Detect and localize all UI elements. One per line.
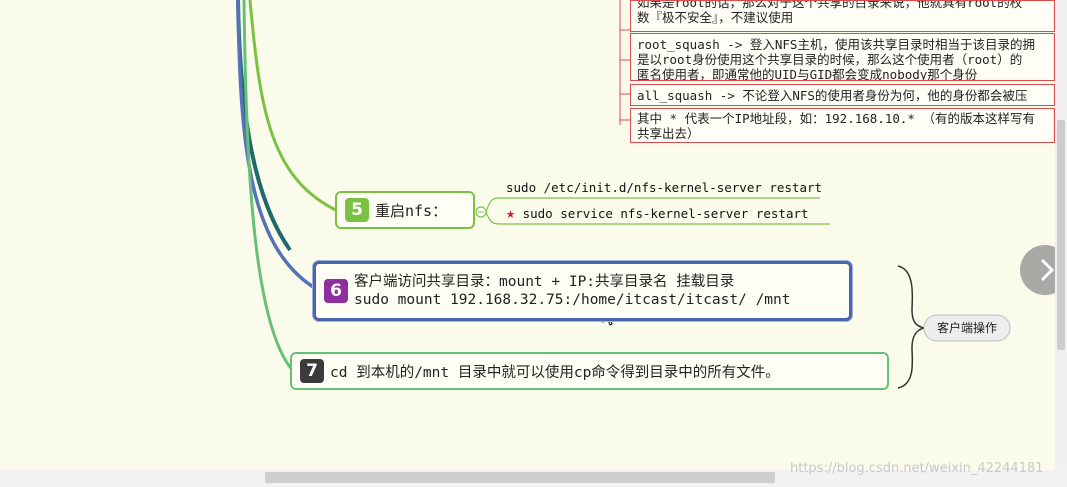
- topic-label-line-1: 客户端访问共享目录：mount + IP:共享目录名 挂载目录: [354, 274, 735, 290]
- note-root-permission: 如果是root的话，那么对于这个共享的目录来说，他就具有root的权 数『极不安…: [630, 0, 1055, 32]
- topic-cd-mnt[interactable]: 7 cd 到本机的/mnt 目录中就可以使用cp命令得到目录中的所有文件。: [290, 352, 889, 390]
- leaf-service-restart[interactable]: ★ sudo service nfs-kernel-server restart: [506, 204, 809, 222]
- horizontal-scrollbar-thumb[interactable]: [265, 472, 775, 483]
- topic-label-line-2: sudo mount 192.168.32.75:/home/itcast/it…: [354, 292, 791, 308]
- vertical-scrollbar-thumb[interactable]: [1057, 120, 1065, 350]
- topic-restart-nfs[interactable]: 5 重启nfs：: [335, 191, 475, 229]
- note-all-squash: all_squash -> 不论登入NFS的使用者身份为何，他的身份都会被压: [630, 84, 1055, 106]
- leaf-label: sudo service nfs-kernel-server restart: [522, 206, 809, 221]
- topic-number-badge: 7: [300, 359, 324, 383]
- note-line: 是以root身份使用这个共享目录的时候，那么这个使用者（root）的: [637, 52, 1023, 67]
- branch-line-5: [248, 0, 341, 214]
- note-line: 共享出去）: [637, 126, 700, 141]
- branch-line-notes: [255, 0, 360, 112]
- watermark: https://blog.csdn.net/weixin_42244181: [790, 461, 1044, 476]
- summary-label: 客户端操作: [937, 320, 997, 335]
- note-root-squash: root_squash -> 登入NFS主机，使用该共享目录时相当于该目录的拥 …: [630, 33, 1055, 81]
- topic-label: 重启nfs：: [375, 201, 448, 220]
- topic-number-badge: 5: [345, 198, 369, 222]
- star-icon: ★: [506, 204, 516, 222]
- topic-label: cd 到本机的/mnt 目录中就可以使用cp命令得到目录中的所有文件。: [330, 364, 780, 381]
- leaf-label: sudo /etc/init.d/nfs-kernel-server resta…: [506, 180, 823, 195]
- note-line: all_squash -> 不论登入NFS的使用者身份为何，他的身份都会被压: [637, 88, 1028, 103]
- note-line: 其中 * 代表一个IP地址段，如：192.168.10.* （有的版本这样写有: [637, 111, 1035, 126]
- note-line: 数『极不安全』，不建议使用: [637, 10, 794, 25]
- note-line: 如果是root的话，那么对于这个共享的目录来说，他就具有root的权: [637, 0, 1023, 10]
- note-line: root_squash -> 登入NFS主机，使用该共享目录时相当于该目录的拥: [637, 37, 1035, 52]
- topic-number-badge: 6: [324, 279, 348, 303]
- leaf-init-restart[interactable]: sudo /etc/init.d/nfs-kernel-server resta…: [506, 180, 822, 195]
- note-ip-range: 其中 * 代表一个IP地址段，如：192.168.10.* （有的版本这样写有 …: [630, 108, 1055, 143]
- branch-line-7: [242, 0, 296, 374]
- topic-client-mount[interactable]: 6 客户端访问共享目录：mount + IP:共享目录名 挂载目录 sudo m…: [313, 261, 852, 321]
- note-line: 匿名使用者，即通常他的UID与GID都会变成nobody那个身份: [637, 67, 978, 81]
- summary-brace: [897, 265, 925, 389]
